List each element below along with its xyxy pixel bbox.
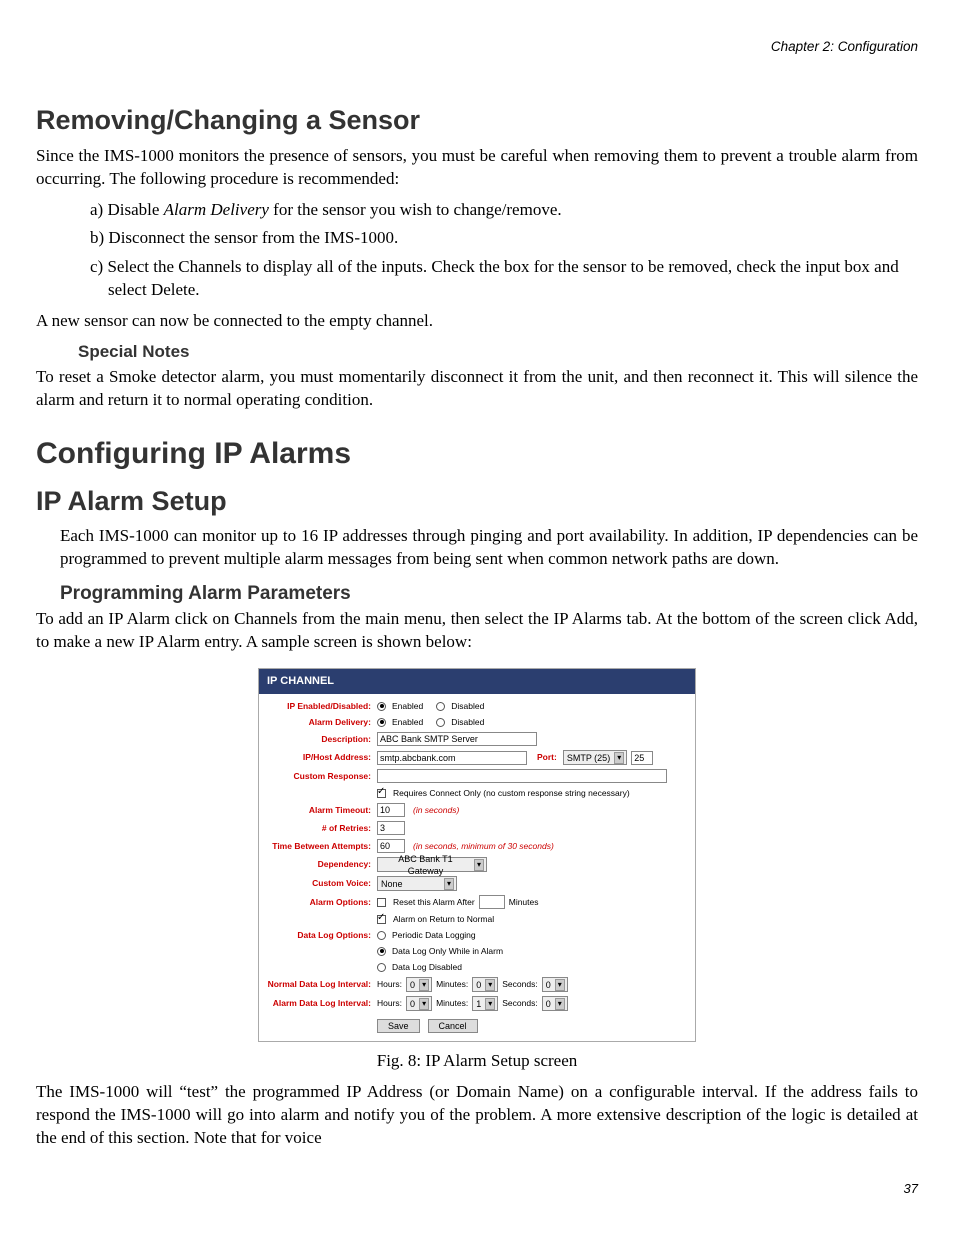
label-minutes: Minutes: bbox=[436, 998, 468, 1009]
heading-ip-alarm-setup: IP Alarm Setup bbox=[36, 483, 918, 519]
step-a-italic: Alarm Delivery bbox=[164, 200, 269, 219]
chevron-down-icon: ▾ bbox=[444, 878, 454, 891]
checkbox-requires-connect-label: Requires Connect Only (no custom respons… bbox=[393, 788, 630, 799]
heading-special-notes: Special Notes bbox=[78, 341, 918, 364]
select-voice-value: None bbox=[381, 878, 403, 890]
label-port: Port: bbox=[531, 752, 559, 763]
removing-intro-paragraph: Since the IMS-1000 monitors the presence… bbox=[36, 145, 918, 191]
label-datalog-options: Data Log Options: bbox=[265, 930, 377, 941]
select-custom-voice[interactable]: None ▾ bbox=[377, 876, 457, 891]
radio-delivery-disabled[interactable] bbox=[436, 718, 445, 727]
label-minutes-word: Minutes bbox=[509, 897, 539, 908]
label-log-disabled: Data Log Disabled bbox=[392, 962, 462, 973]
select-n-minutes[interactable]: 0▾ bbox=[472, 977, 498, 992]
step-b: b) Disconnect the sensor from the IMS-10… bbox=[90, 227, 918, 250]
radio-delivery-enabled-label: Enabled bbox=[392, 717, 423, 728]
checkbox-alarm-on-return[interactable] bbox=[377, 915, 386, 924]
radio-delivery-disabled-label: Disabled bbox=[451, 717, 484, 728]
programming-paragraph: To add an IP Alarm click on Channels fro… bbox=[36, 608, 918, 654]
select-a-minutes[interactable]: 1▾ bbox=[472, 996, 498, 1011]
radio-ip-disabled[interactable] bbox=[436, 702, 445, 711]
step-a: a) Disable Alarm Delivery for the sensor… bbox=[90, 199, 918, 222]
chevron-down-icon: ▾ bbox=[485, 998, 495, 1011]
save-button[interactable]: Save bbox=[377, 1019, 420, 1033]
special-notes-paragraph: To reset a Smoke detector alarm, you mus… bbox=[36, 366, 918, 412]
select-n-seconds[interactable]: 0▾ bbox=[542, 977, 568, 992]
radio-log-disabled[interactable] bbox=[377, 963, 386, 972]
label-hours: Hours: bbox=[377, 979, 402, 990]
select-a-hours[interactable]: 0▾ bbox=[406, 996, 432, 1011]
radio-delivery-enabled[interactable] bbox=[377, 718, 386, 727]
label-log-only-alarm: Data Log Only While in Alarm bbox=[392, 946, 503, 957]
step-a-pre: a) Disable bbox=[90, 200, 164, 219]
removing-after-paragraph: A new sensor can now be connected to the… bbox=[36, 310, 918, 333]
label-normal-interval: Normal Data Log Interval: bbox=[265, 979, 377, 990]
select-n-hours[interactable]: 0▾ bbox=[406, 977, 432, 992]
figure-caption: Fig. 8: IP Alarm Setup screen bbox=[36, 1050, 918, 1073]
input-time-between[interactable] bbox=[377, 839, 405, 853]
label-ip-enabled: IP Enabled/Disabled: bbox=[265, 701, 377, 712]
label-time-between: Time Between Attempts: bbox=[265, 841, 377, 852]
checkbox-reset-alarm-after[interactable] bbox=[377, 898, 386, 907]
label-alarm-delivery: Alarm Delivery: bbox=[265, 717, 377, 728]
input-reset-minutes[interactable] bbox=[479, 895, 505, 909]
chevron-down-icon: ▾ bbox=[419, 979, 429, 992]
figure-ip-alarm-setup: IP CHANNEL IP Enabled/Disabled: Enabled … bbox=[36, 668, 918, 1042]
select-port[interactable]: SMTP (25) ▾ bbox=[563, 750, 627, 765]
cancel-button[interactable]: Cancel bbox=[428, 1019, 478, 1033]
step-c: c) Select the Channels to display all of… bbox=[90, 256, 918, 302]
chevron-down-icon: ▾ bbox=[555, 979, 565, 992]
label-hours: Hours: bbox=[377, 998, 402, 1009]
radio-ip-disabled-label: Disabled bbox=[451, 701, 484, 712]
input-description[interactable] bbox=[377, 732, 537, 746]
ip-setup-paragraph: Each IMS-1000 can monitor up to 16 IP ad… bbox=[60, 525, 918, 571]
hint-timeout: (in seconds) bbox=[413, 805, 459, 816]
label-dependency: Dependency: bbox=[265, 859, 377, 870]
heading-programming-alarm-parameters: Programming Alarm Parameters bbox=[60, 581, 918, 607]
select-port-value: SMTP (25) bbox=[567, 752, 610, 764]
label-host: IP/Host Address: bbox=[265, 752, 377, 763]
label-alarm-options: Alarm Options: bbox=[265, 897, 377, 908]
label-periodic-logging: Periodic Data Logging bbox=[392, 930, 476, 941]
label-alarm-timeout: Alarm Timeout: bbox=[265, 805, 377, 816]
input-host-address[interactable] bbox=[377, 751, 527, 765]
label-custom-voice: Custom Voice: bbox=[265, 878, 377, 889]
page-number: 37 bbox=[36, 1180, 918, 1198]
removing-steps-list: a) Disable Alarm Delivery for the sensor… bbox=[36, 199, 918, 303]
radio-ip-enabled-label: Enabled bbox=[392, 701, 423, 712]
select-dependency-value: ABC Bank T1 Gateway bbox=[381, 853, 470, 877]
input-custom-response[interactable] bbox=[377, 769, 667, 783]
hint-between: (in seconds, minimum of 30 seconds) bbox=[413, 841, 554, 852]
label-custom-response: Custom Response: bbox=[265, 771, 377, 782]
panel-title: IP CHANNEL bbox=[259, 669, 695, 694]
radio-periodic-logging[interactable] bbox=[377, 931, 386, 940]
checkbox-requires-connect-only[interactable] bbox=[377, 789, 386, 798]
label-seconds: Seconds: bbox=[502, 998, 537, 1009]
chapter-header: Chapter 2: Configuration bbox=[36, 38, 918, 56]
label-description: Description: bbox=[265, 734, 377, 745]
chevron-down-icon: ▾ bbox=[485, 979, 495, 992]
label-reset-after: Reset this Alarm After bbox=[393, 897, 475, 908]
label-retries: # of Retries: bbox=[265, 823, 377, 834]
radio-log-only-alarm[interactable] bbox=[377, 947, 386, 956]
label-minutes: Minutes: bbox=[436, 979, 468, 990]
heading-configuring-ip-alarms: Configuring IP Alarms bbox=[36, 434, 918, 475]
label-return-normal: Alarm on Return to Normal bbox=[393, 914, 494, 925]
select-a-seconds[interactable]: 0▾ bbox=[542, 996, 568, 1011]
chevron-down-icon: ▾ bbox=[614, 752, 624, 765]
chevron-down-icon: ▾ bbox=[419, 998, 429, 1011]
chevron-down-icon: ▾ bbox=[474, 859, 484, 872]
chevron-down-icon: ▾ bbox=[555, 998, 565, 1011]
radio-ip-enabled[interactable] bbox=[377, 702, 386, 711]
input-port-number[interactable] bbox=[631, 751, 653, 765]
heading-removing-changing-sensor: Removing/Changing a Sensor bbox=[36, 102, 918, 138]
ip-channel-panel: IP CHANNEL IP Enabled/Disabled: Enabled … bbox=[258, 668, 696, 1042]
label-alarm-interval: Alarm Data Log Interval: bbox=[265, 998, 377, 1009]
step-a-post: for the sensor you wish to change/remove… bbox=[269, 200, 562, 219]
input-alarm-timeout[interactable] bbox=[377, 803, 405, 817]
input-retries[interactable] bbox=[377, 821, 405, 835]
after-figure-paragraph: The IMS-1000 will “test” the programmed … bbox=[36, 1081, 918, 1150]
select-dependency[interactable]: ABC Bank T1 Gateway ▾ bbox=[377, 857, 487, 872]
label-seconds: Seconds: bbox=[502, 979, 537, 990]
